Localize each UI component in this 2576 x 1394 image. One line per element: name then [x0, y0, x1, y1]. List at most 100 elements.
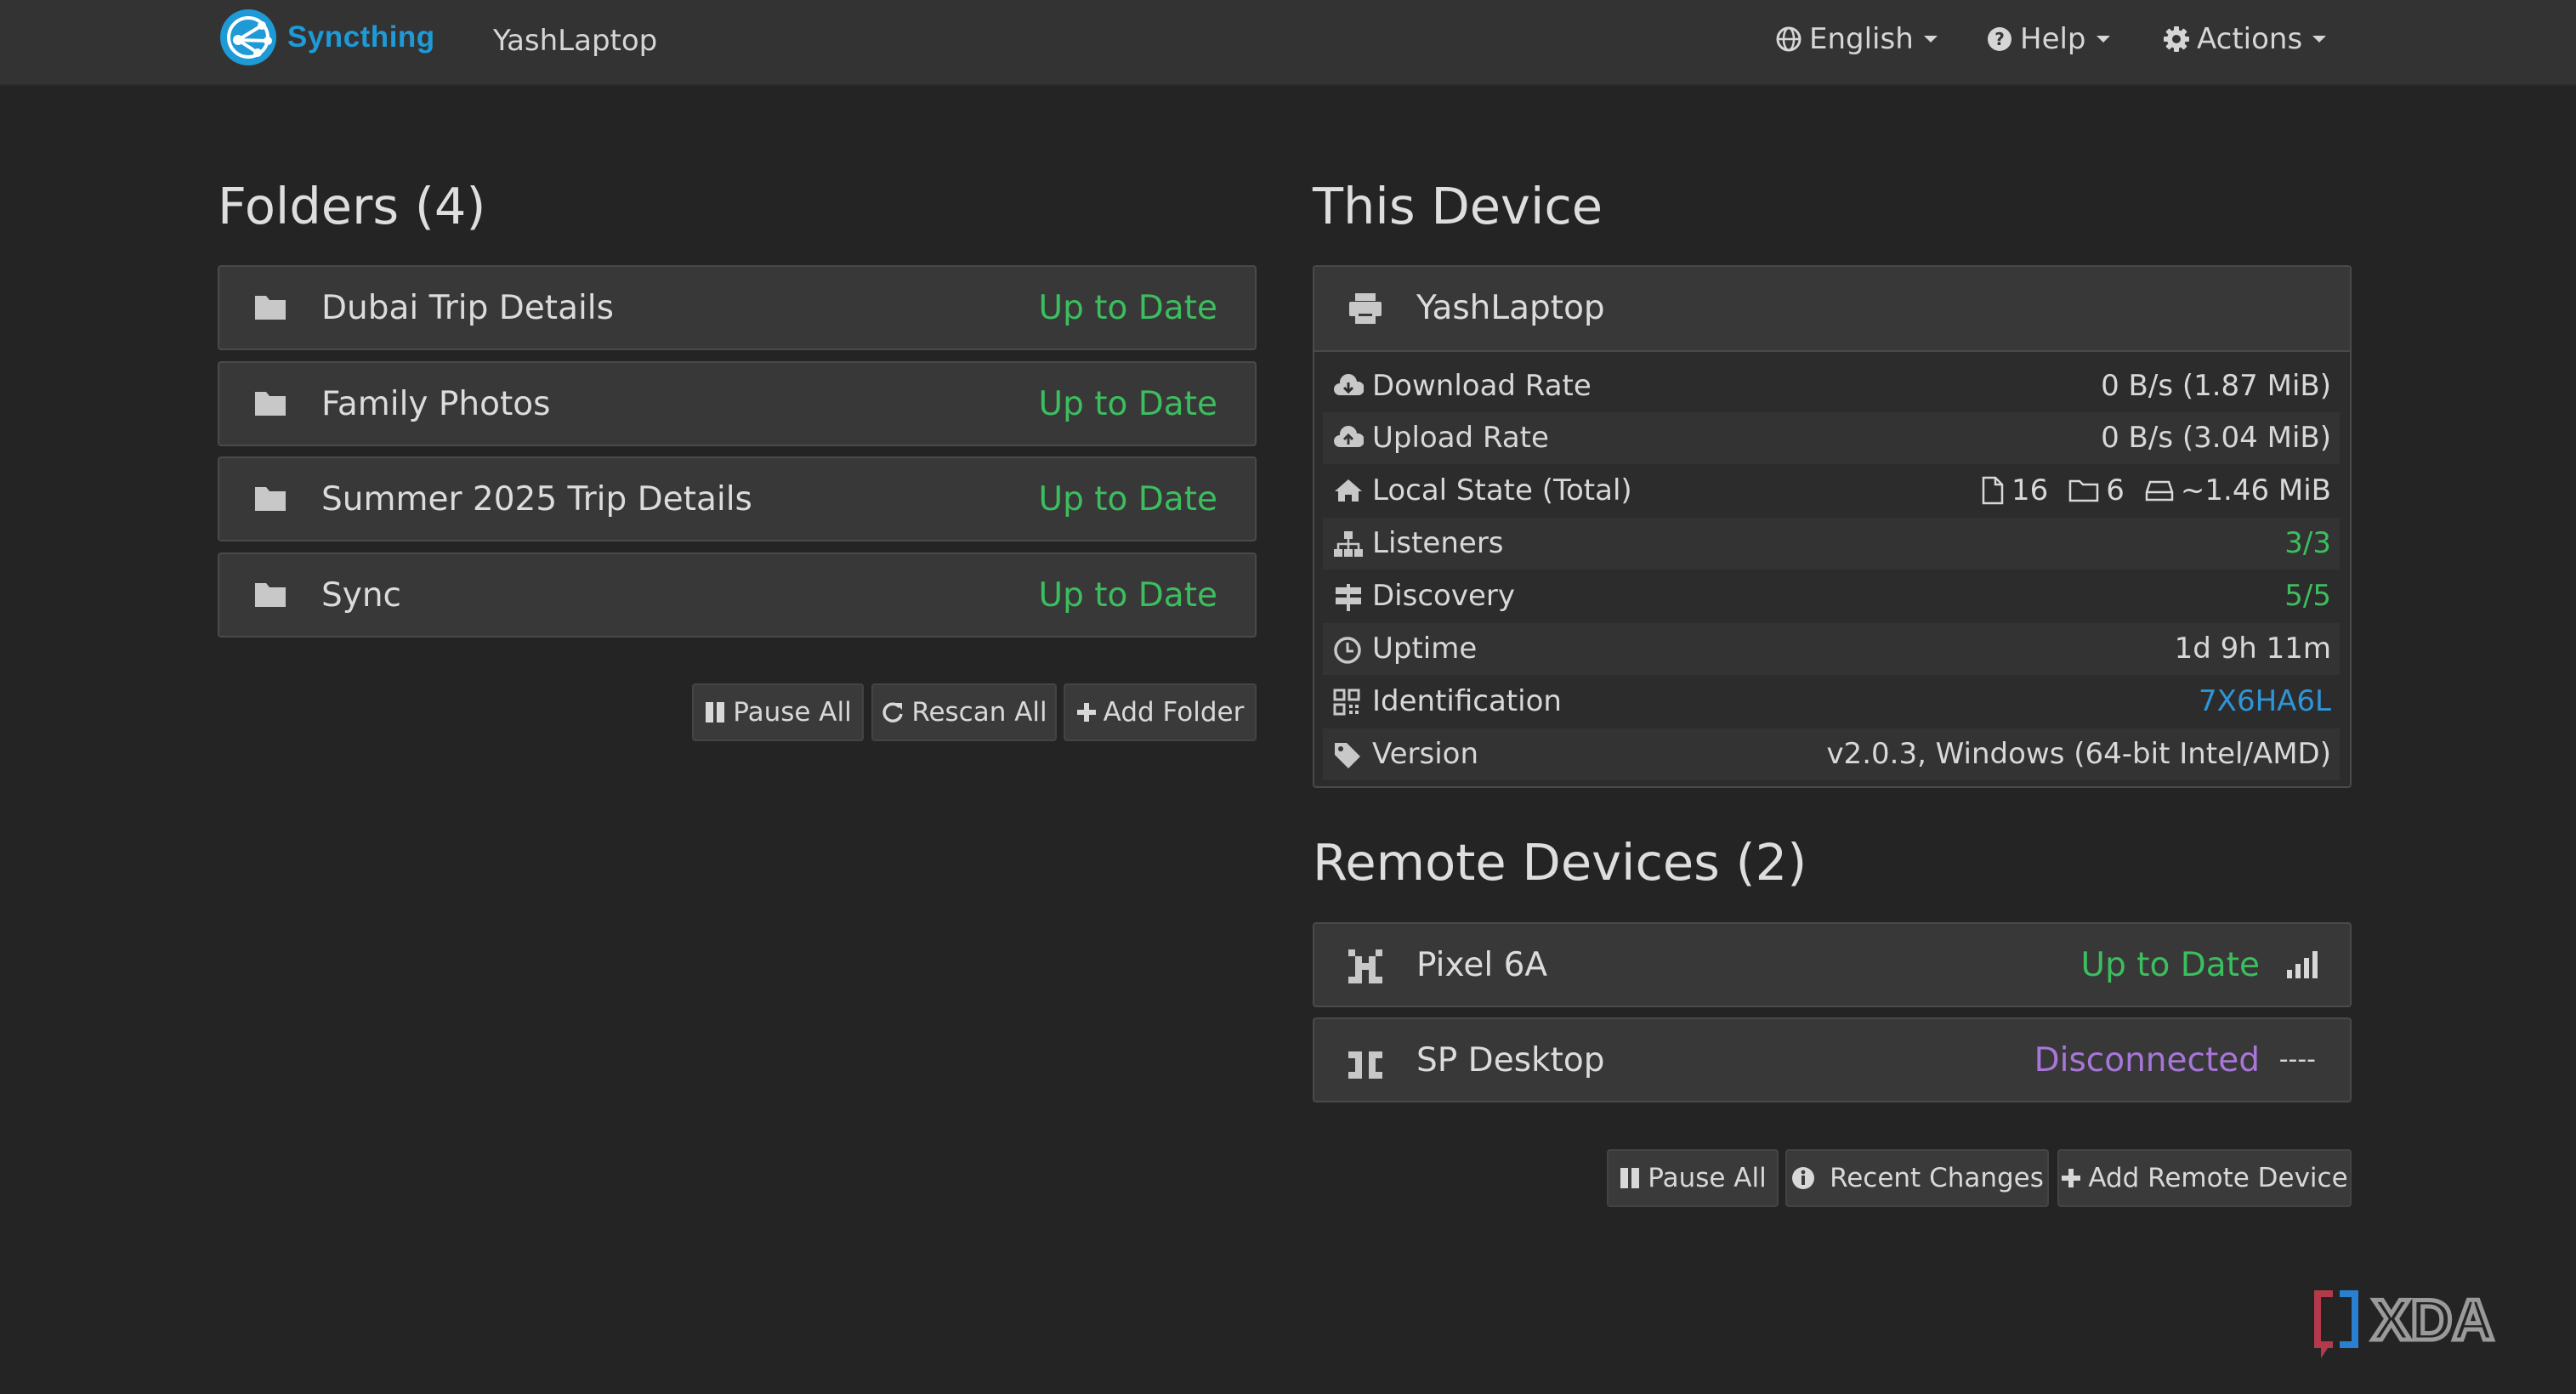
syncthing-logo-icon — [220, 9, 276, 65]
local-size: ~1.46 MiB — [2180, 473, 2331, 507]
folder-row[interactable]: Summer 2025 Trip Details Up to Date — [218, 456, 1257, 541]
language-menu[interactable]: English — [1775, 22, 1938, 56]
upload-rate-value: 0 B/s (3.04 MiB) — [2101, 421, 2331, 455]
folder-icon — [255, 583, 286, 607]
refresh-icon — [882, 702, 904, 722]
uptime-value: 1d 9h 11m — [2174, 632, 2331, 666]
clock-icon — [1334, 637, 1361, 664]
listeners-row: Listeners 3/3 — [1323, 518, 2340, 570]
folder-row[interactable]: Sync Up to Date — [218, 552, 1257, 638]
folder-icon — [255, 487, 286, 511]
folder-icon — [255, 296, 286, 320]
xda-watermark-text: XDA — [2372, 1288, 2494, 1352]
folder-icon — [255, 392, 286, 416]
folder-status: Up to Date — [1038, 289, 1217, 327]
signal-strength-empty: ---- — [2278, 1045, 2316, 1074]
local-files-count: 16 — [2011, 473, 2049, 507]
navbar: Syncthing YashLaptop English ? Help Acti… — [0, 0, 2576, 86]
actions-menu[interactable]: Actions — [2163, 22, 2327, 56]
identification-label: Identification — [1372, 684, 1562, 718]
local-state-value: 16 6 ~1.46 MiB — [1981, 473, 2331, 507]
rescan-all-button[interactable]: Rescan All — [871, 683, 1057, 741]
this-device-header[interactable]: YashLaptop — [1314, 267, 2350, 352]
folder-row[interactable]: Dubai Trip Details Up to Date — [218, 265, 1257, 350]
remote-device-status: Disconnected — [2034, 1041, 2260, 1080]
discovery-row: Discovery 5/5 — [1323, 570, 2340, 622]
remote-devices-title: Remote Devices (2) — [1313, 833, 1807, 892]
pause-all-devices-button[interactable]: Pause All — [1607, 1149, 1779, 1207]
pause-all-label: Pause All — [733, 697, 852, 728]
version-value: v2.0.3, Windows (64-bit Intel/AMD) — [1826, 737, 2331, 771]
plus-icon — [2062, 1169, 2081, 1187]
identicon-icon — [1348, 1051, 1382, 1079]
navbar-device-name: YashLaptop — [493, 24, 658, 58]
remote-device-row[interactable]: SP Desktop Disconnected ---- — [1313, 1017, 2352, 1102]
uptime-row: Uptime 1d 9h 11m — [1323, 623, 2340, 675]
listeners-value[interactable]: 3/3 — [2284, 526, 2331, 560]
remote-device-status: Up to Date — [2080, 946, 2260, 984]
file-icon — [1982, 476, 2004, 505]
uptime-label: Uptime — [1372, 632, 1478, 666]
signal-strength-icon — [2287, 951, 2318, 978]
upload-rate-label: Upload Rate — [1372, 421, 1549, 455]
device-id-link[interactable]: 7X6HA6L — [2199, 684, 2331, 718]
rescan-all-label: Rescan All — [911, 697, 1047, 728]
recent-changes-label: Recent Changes — [1830, 1163, 2044, 1193]
upload-rate-row: Upload Rate 0 B/s (3.04 MiB) — [1323, 412, 2340, 464]
this-device-panel: YashLaptop Download Rate 0 B/s (1.87 MiB… — [1313, 265, 2352, 788]
this-device-name: YashLaptop — [1416, 289, 1605, 327]
folder-status: Up to Date — [1038, 480, 1217, 518]
pause-icon — [1620, 1168, 1640, 1188]
desktop-icon — [1349, 293, 1382, 324]
this-device-title: This Device — [1313, 177, 1603, 235]
cloud-upload-icon — [1334, 426, 1364, 447]
version-row: Version v2.0.3, Windows (64-bit Intel/AM… — [1323, 728, 2340, 780]
tag-icon — [1335, 743, 1360, 768]
remote-device-name: Pixel 6A — [1416, 946, 1548, 984]
listeners-label: Listeners — [1372, 526, 1504, 560]
download-rate-value: 0 B/s (1.87 MiB) — [2101, 369, 2331, 403]
help-menu[interactable]: ? Help — [1986, 22, 2110, 56]
hard-drive-icon — [2145, 480, 2174, 502]
add-remote-device-button[interactable]: Add Remote Device — [2057, 1149, 2352, 1207]
local-state-label: Local State (Total) — [1372, 473, 1632, 507]
version-label: Version — [1372, 737, 1479, 771]
pause-all-folders-button[interactable]: Pause All — [692, 683, 864, 741]
xda-watermark-logo: XDA — [2314, 1286, 2496, 1358]
add-remote-device-label: Add Remote Device — [2088, 1163, 2348, 1193]
gear-icon — [2164, 26, 2189, 52]
local-dirs-count: 6 — [2106, 473, 2125, 507]
sitemap-icon — [1334, 531, 1363, 557]
download-rate-row: Download Rate 0 B/s (1.87 MiB) — [1323, 360, 2340, 412]
chevron-down-icon — [2096, 36, 2110, 42]
folder-row[interactable]: Family Photos Up to Date — [218, 361, 1257, 446]
identification-row: Identification 7X6HA6L — [1323, 676, 2340, 728]
globe-icon — [1776, 26, 1801, 52]
discovery-label: Discovery — [1372, 579, 1515, 613]
folder-name: Summer 2025 Trip Details — [321, 480, 752, 518]
language-label: English — [1809, 22, 1914, 56]
download-rate-label: Download Rate — [1372, 369, 1592, 403]
folders-title: Folders (4) — [218, 177, 486, 235]
add-folder-button[interactable]: Add Folder — [1064, 683, 1257, 741]
pause-icon — [706, 702, 725, 722]
question-circle-icon: ? — [1988, 27, 2011, 51]
folder-status: Up to Date — [1038, 576, 1217, 615]
brand[interactable]: Syncthing — [218, 7, 435, 68]
chevron-down-icon — [1923, 36, 1938, 42]
home-icon — [1335, 479, 1362, 502]
actions-label: Actions — [2197, 22, 2303, 56]
remote-device-row[interactable]: Pixel 6A Up to Date — [1313, 922, 2352, 1007]
cloud-download-icon — [1334, 374, 1364, 395]
svg-text:?: ? — [1994, 29, 2005, 49]
folder-name: Dubai Trip Details — [321, 289, 614, 327]
add-folder-label: Add Folder — [1103, 697, 1245, 728]
plus-icon — [1076, 703, 1096, 722]
folder-open-icon — [2069, 479, 2099, 502]
qrcode-icon — [1333, 688, 1360, 716]
folder-name: Family Photos — [321, 385, 551, 423]
discovery-value[interactable]: 5/5 — [2284, 579, 2331, 613]
recent-changes-button[interactable]: Recent Changes — [1785, 1149, 2049, 1207]
local-state-row: Local State (Total) 16 6 ~1.46 MiB — [1323, 465, 2340, 517]
folder-name: Sync — [321, 576, 401, 615]
